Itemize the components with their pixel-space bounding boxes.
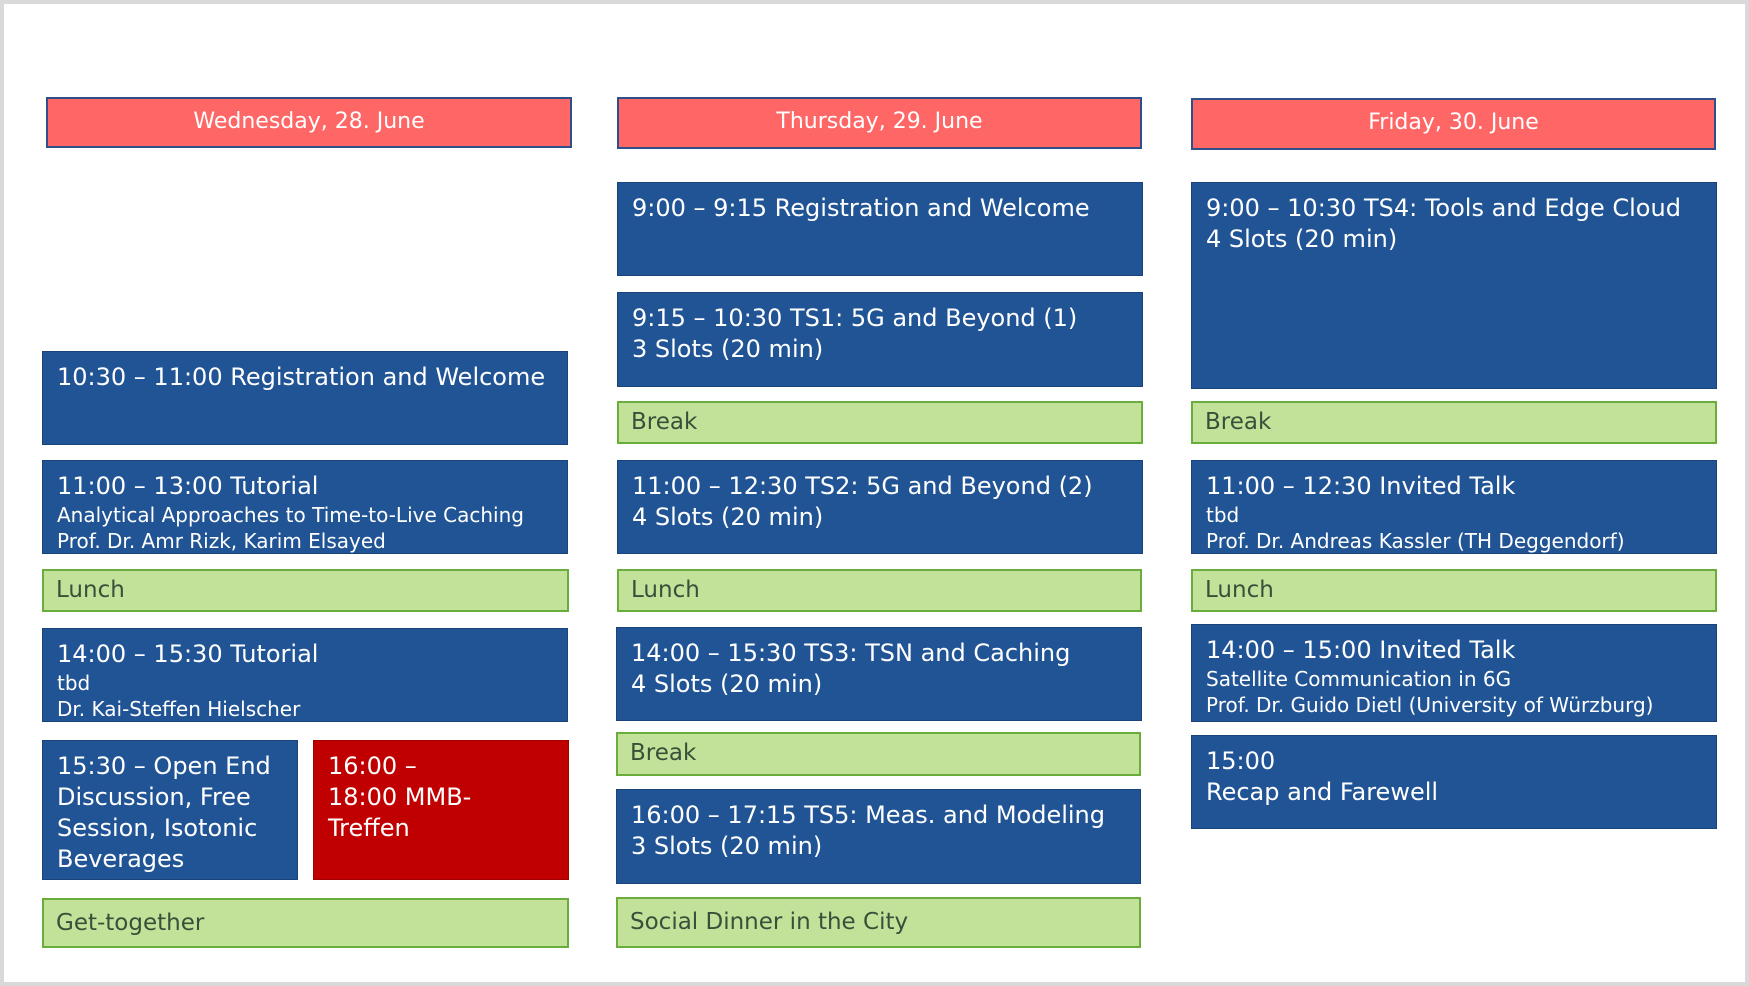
session-speakers: Prof. Dr. Amr Rizk, Karim Elsayed xyxy=(57,529,386,553)
day-header-friday: Friday, 30. June xyxy=(1191,98,1716,150)
session-wed-get-together: Get-together xyxy=(42,898,569,948)
session-thu-ts1: 9:15 – 10:30 TS1: 5G and Beyond (1) 3 Sl… xyxy=(617,292,1143,387)
session-title: 16:00 – 17:15 TS5: Meas. and Modeling xyxy=(631,801,1105,829)
session-title: 9:00 – 10:30 TS4: Tools and Edge Cloud xyxy=(1206,194,1681,222)
session-thu-ts3: 14:00 – 15:30 TS3: TSN and Caching 4 Slo… xyxy=(616,627,1142,721)
session-wed-tutorial-2: 14:00 – 15:30 Tutorial tbd Dr. Kai-Steff… xyxy=(42,628,568,722)
session-title: 15:00 xyxy=(1206,747,1276,775)
session-slots: 4 Slots (20 min) xyxy=(632,503,824,531)
session-wed-tutorial-1: 11:00 – 13:00 Tutorial Analytical Approa… xyxy=(42,460,568,554)
session-wed-mmb-treffen: 16:00 – 18:00 MMB-Treffen xyxy=(313,740,569,880)
session-thu-break-1: Break xyxy=(617,401,1143,444)
session-fri-lunch: Lunch xyxy=(1191,569,1717,612)
session-title: 11:00 – 12:30 Invited Talk xyxy=(1206,472,1516,500)
session-thu-break-2: Break xyxy=(616,732,1141,776)
session-slots: 4 Slots (20 min) xyxy=(1206,225,1398,253)
session-title: 11:00 – 13:00 Tutorial xyxy=(57,472,319,500)
session-title: 14:00 – 15:30 Tutorial xyxy=(57,640,319,668)
session-title: 14:00 – 15:00 Invited Talk xyxy=(1206,636,1516,664)
session-title: 9:15 – 10:30 TS1: 5G and Beyond (1) xyxy=(632,304,1078,332)
session-fri-recap: 15:00 Recap and Farewell xyxy=(1191,735,1717,829)
session-slots: 4 Slots (20 min) xyxy=(631,670,823,698)
session-wed-lunch: Lunch xyxy=(42,569,569,612)
session-topic: Satellite Communication in 6G xyxy=(1206,667,1512,691)
session-thu-lunch: Lunch xyxy=(617,569,1142,612)
session-wed-open-end: 15:30 – Open End Discussion, Free Sessio… xyxy=(42,740,298,880)
session-topic: tbd xyxy=(1206,503,1240,527)
session-wed-registration: 10:30 – 11:00 Registration and Welcome xyxy=(42,351,568,445)
session-thu-ts5: 16:00 – 17:15 TS5: Meas. and Modeling 3 … xyxy=(616,789,1141,884)
session-speakers: Prof. Dr. Andreas Kassler (TH Deggendorf… xyxy=(1206,529,1625,553)
session-fri-invited-talk-2: 14:00 – 15:00 Invited Talk Satellite Com… xyxy=(1191,624,1717,722)
session-thu-registration: 9:00 – 9:15 Registration and Welcome xyxy=(617,182,1143,276)
session-speakers: Dr. Kai-Steffen Hielscher xyxy=(57,697,301,721)
session-title: 10:30 – 11:00 Registration and Welcome xyxy=(57,363,546,391)
session-title: 15:30 – Open End Discussion, Free Sessio… xyxy=(57,752,271,873)
schedule-slide: Wednesday, 28. June Thursday, 29. June F… xyxy=(0,0,1749,986)
session-fri-invited-talk-1: 11:00 – 12:30 Invited Talk tbd Prof. Dr.… xyxy=(1191,460,1717,554)
session-title: 11:00 – 12:30 TS2: 5G and Beyond (2) xyxy=(632,472,1093,500)
session-thu-social-dinner: Social Dinner in the City xyxy=(616,897,1141,948)
session-fri-break: Break xyxy=(1191,401,1717,444)
session-title: 16:00 – 18:00 MMB-Treffen xyxy=(328,752,472,842)
day-header-wednesday: Wednesday, 28. June xyxy=(46,97,572,148)
day-header-thursday: Thursday, 29. June xyxy=(617,97,1142,149)
session-speakers: Prof. Dr. Guido Dietl (University of Wür… xyxy=(1206,693,1654,717)
session-title: 9:00 – 9:15 Registration and Welcome xyxy=(632,194,1090,222)
session-topic: Analytical Approaches to Time-to-Live Ca… xyxy=(57,503,524,527)
session-slots: 3 Slots (20 min) xyxy=(631,832,823,860)
session-title: 14:00 – 15:30 TS3: TSN and Caching xyxy=(631,639,1071,667)
session-subtitle: Recap and Farewell xyxy=(1206,778,1439,806)
session-fri-ts4: 9:00 – 10:30 TS4: Tools and Edge Cloud 4… xyxy=(1191,182,1717,389)
session-slots: 3 Slots (20 min) xyxy=(632,335,824,363)
session-topic: tbd xyxy=(57,671,91,695)
session-thu-ts2: 11:00 – 12:30 TS2: 5G and Beyond (2) 4 S… xyxy=(617,460,1143,554)
